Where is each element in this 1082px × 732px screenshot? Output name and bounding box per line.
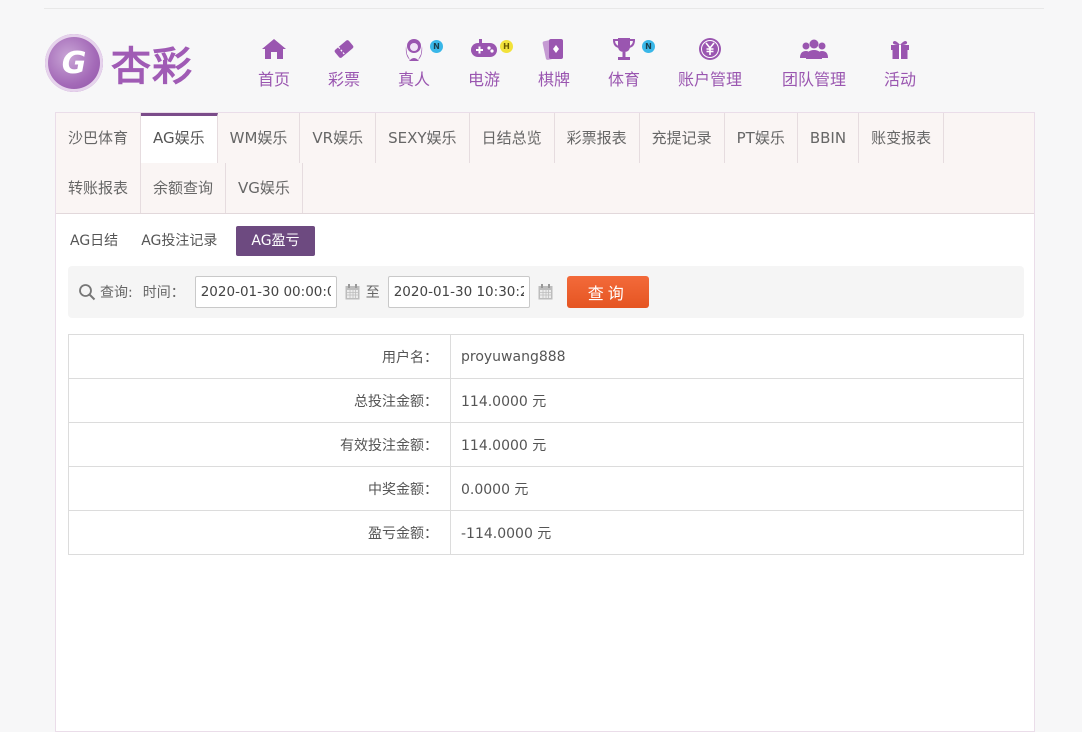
tab-bbin[interactable]: BBIN <box>798 113 860 163</box>
table-row: 有效投注金额： 114.0000 元 <box>68 422 1024 467</box>
nav-cards[interactable]: 棋牌 <box>520 36 588 96</box>
tab-deposit-withdraw[interactable]: 充提记录 <box>640 113 725 163</box>
search-icon <box>78 283 96 301</box>
row-value: 0.0000 元 <box>450 466 1024 511</box>
subtab-ag-daily[interactable]: AG日结 <box>66 226 122 256</box>
end-date-input[interactable] <box>387 276 530 308</box>
tab-lottery-report[interactable]: 彩票报表 <box>555 113 640 163</box>
new-badge: N <box>642 40 655 53</box>
trophy-icon <box>611 36 637 62</box>
row-value: proyuwang888 <box>450 334 1024 379</box>
tab-ag[interactable]: AG娱乐 <box>141 113 218 163</box>
logo-text: 杏彩 <box>111 43 193 90</box>
nav-lottery[interactable]: 彩票 <box>308 36 380 96</box>
tab-vg[interactable]: VG娱乐 <box>226 163 303 213</box>
logo[interactable]: G 杏彩 <box>45 32 205 94</box>
platform-tabs: 沙巴体育 AG娱乐 WM娱乐 VR娱乐 SEXY娱乐 日结总览 彩票报表 充提记… <box>56 113 1034 214</box>
row-value: 114.0000 元 <box>450 422 1024 467</box>
row-key: 有效投注金额： <box>68 422 451 467</box>
nav-label: 真人 <box>397 70 430 89</box>
tab-wm[interactable]: WM娱乐 <box>218 113 301 163</box>
nav-label: 电游 <box>467 70 500 89</box>
nav-team[interactable]: 团队管理 <box>760 36 868 96</box>
tab-sexy[interactable]: SEXY娱乐 <box>376 113 470 163</box>
report-panel: 沙巴体育 AG娱乐 WM娱乐 VR娱乐 SEXY娱乐 日结总览 彩票报表 充提记… <box>55 112 1035 732</box>
table-row: 中奖金额： 0.0000 元 <box>68 466 1024 511</box>
table-row: 用户名： proyuwang888 <box>68 334 1024 379</box>
yen-coin-icon <box>697 36 723 62</box>
tab-transfer-report[interactable]: 转账报表 <box>56 163 142 213</box>
nav-slots[interactable]: H 电游 <box>448 36 520 96</box>
row-key: 总投注金额： <box>68 378 451 423</box>
profit-loss-table: 用户名： proyuwang888 总投注金额： 114.0000 元 有效投注… <box>68 334 1024 555</box>
tab-saba-sports[interactable]: 沙巴体育 <box>56 113 142 163</box>
nav-label: 团队管理 <box>781 70 846 89</box>
nav-label: 彩票 <box>327 70 360 89</box>
to-label: 至 <box>365 285 380 301</box>
gift-icon <box>888 36 912 62</box>
nav-label: 活动 <box>883 70 916 89</box>
new-badge: N <box>430 40 443 53</box>
time-label: 时间： <box>142 285 185 301</box>
nav-live[interactable]: N 真人 <box>380 36 448 96</box>
calendar-icon[interactable] <box>538 284 553 300</box>
header: G 杏彩 首页 彩票 N 真人 H 电游 棋牌 N 体育 账户管理 团队管理 活… <box>0 0 1082 110</box>
tab-daily-overview[interactable]: 日结总览 <box>470 113 555 163</box>
tab-account-change[interactable]: 账变报表 <box>859 113 945 163</box>
sub-tabs: AG日结 AG投注记录 AG盈亏 <box>66 226 1034 256</box>
row-value: -114.0000 元 <box>450 510 1024 555</box>
tab-vr[interactable]: VR娱乐 <box>300 113 377 163</box>
row-key: 用户名： <box>68 334 451 379</box>
nav-account[interactable]: 账户管理 <box>660 36 760 96</box>
ticket-icon <box>332 36 356 62</box>
nav-label: 棋牌 <box>537 70 570 89</box>
tab-balance-query[interactable]: 余额查询 <box>141 163 227 213</box>
query-label: 查询: <box>100 285 133 301</box>
cards-icon <box>542 36 566 62</box>
main-nav: 首页 彩票 N 真人 H 电游 棋牌 N 体育 账户管理 团队管理 活动 <box>240 36 932 96</box>
dealer-icon <box>401 36 427 62</box>
row-key: 中奖金额： <box>68 466 451 511</box>
logo-mark: G <box>45 34 103 92</box>
gamepad-icon <box>470 36 498 62</box>
nav-promo[interactable]: 活动 <box>868 36 932 96</box>
nav-label: 首页 <box>257 70 290 89</box>
nav-sports[interactable]: N 体育 <box>588 36 660 96</box>
search-bar: 查询: 时间： 至 查询 <box>68 266 1024 318</box>
nav-label: 体育 <box>607 70 640 89</box>
table-row: 总投注金额： 114.0000 元 <box>68 378 1024 423</box>
subtab-ag-profit-loss[interactable]: AG盈亏 <box>236 226 315 256</box>
home-icon <box>261 36 287 62</box>
hot-badge: H <box>500 40 513 53</box>
row-value: 114.0000 元 <box>450 378 1024 423</box>
start-date-input[interactable] <box>194 276 337 308</box>
subtab-ag-bets[interactable]: AG投注记录 <box>137 226 221 256</box>
team-icon <box>800 36 828 62</box>
row-key: 盈亏金额： <box>68 510 451 555</box>
calendar-icon[interactable] <box>345 284 360 300</box>
nav-label: 账户管理 <box>677 70 742 89</box>
nav-home[interactable]: 首页 <box>240 36 308 96</box>
query-button[interactable]: 查询 <box>566 276 649 308</box>
tab-pt[interactable]: PT娱乐 <box>725 113 798 163</box>
table-row: 盈亏金额： -114.0000 元 <box>68 510 1024 555</box>
